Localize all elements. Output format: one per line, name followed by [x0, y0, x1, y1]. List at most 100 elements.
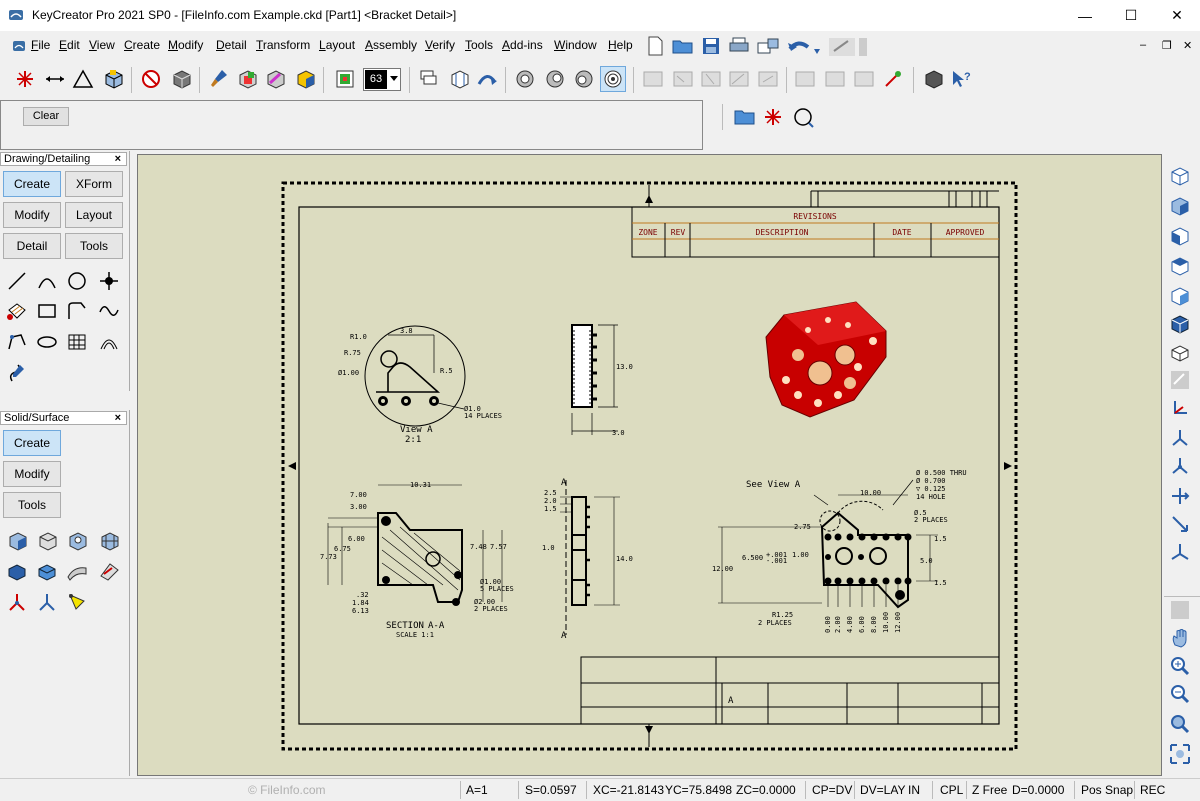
no-render-icon[interactable]: [138, 66, 164, 92]
rectangle-icon[interactable]: [33, 297, 61, 325]
redo-dropdown-icon[interactable]: [858, 37, 868, 60]
solid-tools-button[interactable]: Tools: [3, 492, 61, 518]
axis-diag-icon[interactable]: [1168, 512, 1192, 536]
pan-hand-icon[interactable]: [1168, 626, 1192, 650]
close-button[interactable]: ✕: [1154, 0, 1200, 31]
triangle-icon[interactable]: [70, 66, 96, 92]
menu-addins[interactable]: Add-ins: [502, 38, 543, 52]
view-left-icon[interactable]: [1168, 284, 1192, 308]
verify-icon[interactable]: [920, 66, 946, 92]
hole-icon[interactable]: [63, 527, 91, 555]
save-icon[interactable]: [702, 37, 720, 58]
view-ring-4-icon[interactable]: [600, 66, 626, 92]
mdi-minimize-button[interactable]: –: [1140, 39, 1146, 51]
menu-create[interactable]: Create: [124, 38, 160, 52]
status-cp[interactable]: CP=DV: [812, 783, 852, 797]
menu-layout[interactable]: Layout: [319, 38, 355, 52]
circle-select-icon[interactable]: [792, 106, 814, 131]
axis-z-icon[interactable]: [1168, 454, 1192, 478]
view-top-icon[interactable]: [1168, 164, 1192, 188]
loft-icon[interactable]: [33, 557, 61, 585]
detail-7-icon[interactable]: [822, 66, 848, 92]
color-cube-icon[interactable]: [234, 66, 260, 92]
drawing-create-button[interactable]: Create: [3, 171, 61, 197]
arc-icon[interactable]: [33, 267, 61, 295]
status-cpl[interactable]: CPL: [940, 783, 963, 797]
menu-verify[interactable]: Verify: [425, 38, 455, 52]
axis-x-icon[interactable]: [1168, 396, 1192, 420]
mdi-close-button[interactable]: ✕: [1183, 39, 1192, 52]
fillet-icon[interactable]: [3, 328, 31, 356]
grid-mesh-icon[interactable]: [63, 328, 91, 356]
stack-icon[interactable]: [416, 66, 442, 92]
shade-cube-icon[interactable]: [292, 66, 318, 92]
view-bottom-icon[interactable]: [1168, 312, 1192, 336]
print-icon[interactable]: [728, 37, 750, 58]
plot-icon[interactable]: [756, 36, 780, 59]
menu-view[interactable]: View: [89, 38, 115, 52]
drawing-modify-button[interactable]: Modify: [3, 202, 61, 228]
drawing-tools-button[interactable]: Tools: [65, 233, 123, 259]
view-front-icon[interactable]: [1168, 194, 1192, 218]
help-pointer-icon[interactable]: ?: [948, 66, 974, 92]
status-in[interactable]: IN: [908, 783, 920, 797]
status-depth[interactable]: D=0.0000: [1012, 783, 1064, 797]
revolve-icon[interactable]: [33, 527, 61, 555]
detail-6-icon[interactable]: [792, 66, 818, 92]
open-file-icon[interactable]: [734, 106, 756, 129]
solid-create-button[interactable]: Create: [3, 430, 61, 456]
drawing-canvas[interactable]: REVISIONS ZONE REV DESCRIPTION DATE APPR…: [137, 154, 1162, 776]
offset-arc-icon[interactable]: [95, 328, 123, 356]
point-snap-icon[interactable]: [12, 66, 38, 92]
point-icon[interactable]: [95, 267, 123, 295]
menu-modify[interactable]: Modify: [168, 38, 203, 52]
detail-1-icon[interactable]: [640, 66, 666, 92]
menu-tools[interactable]: Tools: [465, 38, 493, 52]
status-dv[interactable]: DV=LAY: [860, 783, 905, 797]
menu-transform[interactable]: Transform: [256, 38, 310, 52]
render-icon[interactable]: [168, 66, 194, 92]
light-icon[interactable]: [63, 588, 91, 616]
drawing-panel-close-button[interactable]: ×: [115, 153, 121, 165]
drawing-layout-button[interactable]: Layout: [65, 202, 123, 228]
axis-y-icon[interactable]: [1168, 426, 1192, 450]
view-ring-3-icon[interactable]: [571, 66, 597, 92]
circle-icon[interactable]: [63, 267, 91, 295]
drawing-detail-button[interactable]: Detail: [3, 233, 61, 259]
axis-blue-icon[interactable]: [33, 588, 61, 616]
mdi-restore-button[interactable]: ❐: [1162, 39, 1172, 52]
view-disabled-icon[interactable]: [1168, 368, 1192, 392]
axis-red-icon[interactable]: [3, 588, 31, 616]
material-icon[interactable]: [262, 66, 288, 92]
menu-file[interactable]: File: [31, 38, 50, 52]
grid-cube-icon[interactable]: [446, 66, 472, 92]
menu-edit[interactable]: Edit: [59, 38, 80, 52]
paint-brush-icon[interactable]: [206, 66, 232, 92]
maximize-button[interactable]: ☐: [1108, 0, 1154, 31]
menu-help[interactable]: Help: [608, 38, 633, 52]
status-pos-snap[interactable]: Pos Snap: [1081, 783, 1133, 797]
redo-icon[interactable]: [828, 37, 856, 60]
axis-tri-icon[interactable]: [1168, 540, 1192, 564]
detail-8-icon[interactable]: [851, 66, 877, 92]
open-folder-icon[interactable]: [672, 37, 694, 58]
view-back-icon[interactable]: [1168, 254, 1192, 278]
distance-icon[interactable]: [42, 66, 68, 92]
undo-icon[interactable]: [786, 37, 820, 60]
measure-icon[interactable]: [880, 66, 906, 92]
new-file-icon[interactable]: [646, 36, 664, 59]
minimize-button[interactable]: —: [1062, 0, 1108, 31]
zoom-window-icon[interactable]: [1168, 712, 1192, 736]
shell-icon[interactable]: [3, 557, 31, 585]
status-zfree[interactable]: Z Free: [972, 783, 1007, 797]
solid-box-icon[interactable]: [100, 66, 126, 92]
solid-panel-close-button[interactable]: ×: [115, 412, 121, 424]
surface-icon[interactable]: [63, 557, 91, 585]
detail-3-icon[interactable]: [698, 66, 724, 92]
mesh-solid-icon[interactable]: [95, 527, 123, 555]
line-icon[interactable]: [3, 267, 31, 295]
status-scale[interactable]: S=0.0597: [525, 783, 577, 797]
zoom-disabled-icon[interactable]: [1168, 598, 1192, 622]
view-ring-2-icon[interactable]: [542, 66, 568, 92]
extrude-icon[interactable]: [3, 527, 31, 555]
